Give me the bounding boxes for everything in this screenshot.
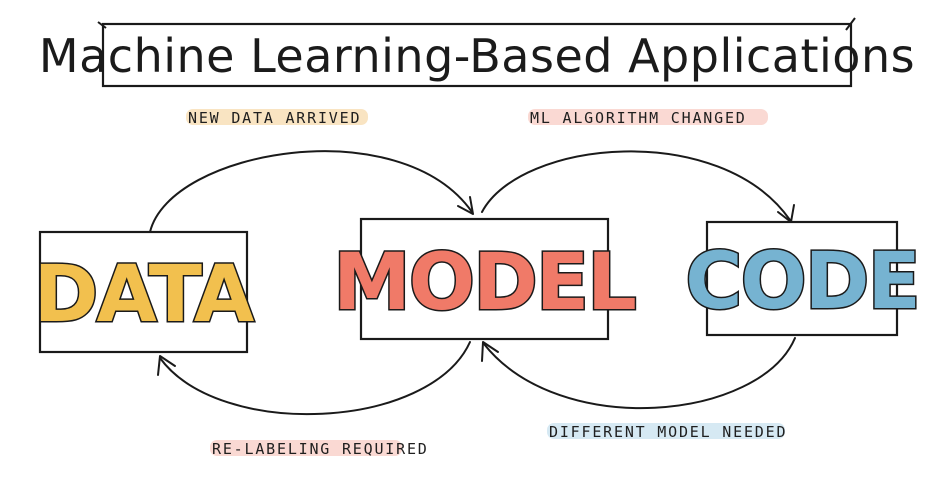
page-title: Machine Learning-Based Applications bbox=[39, 29, 915, 83]
arrow-model-to-code bbox=[481, 150, 795, 223]
edge-label-different-model: DIFFERENT MODEL NEEDED bbox=[549, 423, 787, 441]
edge-label-new-data: NEW DATA ARRIVED bbox=[188, 109, 361, 127]
node-code-label: CODE bbox=[685, 237, 919, 327]
ml-applications-diagram: Machine Learning-Based Applications NEW … bbox=[32, 17, 922, 458]
title-frame: Machine Learning-Based Applications bbox=[39, 17, 915, 88]
node-code: CODE bbox=[684, 220, 922, 337]
node-data-label: DATA bbox=[34, 250, 254, 340]
edge-label-algorithm-changed: ML ALGORITHM CHANGED bbox=[530, 109, 747, 127]
arrow-code-to-model bbox=[481, 337, 796, 410]
edge-label-relabeling: RE-LABELING REQUIRED bbox=[212, 440, 429, 458]
node-model: MODEL bbox=[332, 217, 639, 341]
node-data: DATA bbox=[32, 230, 257, 354]
node-model-label: MODEL bbox=[333, 238, 635, 328]
